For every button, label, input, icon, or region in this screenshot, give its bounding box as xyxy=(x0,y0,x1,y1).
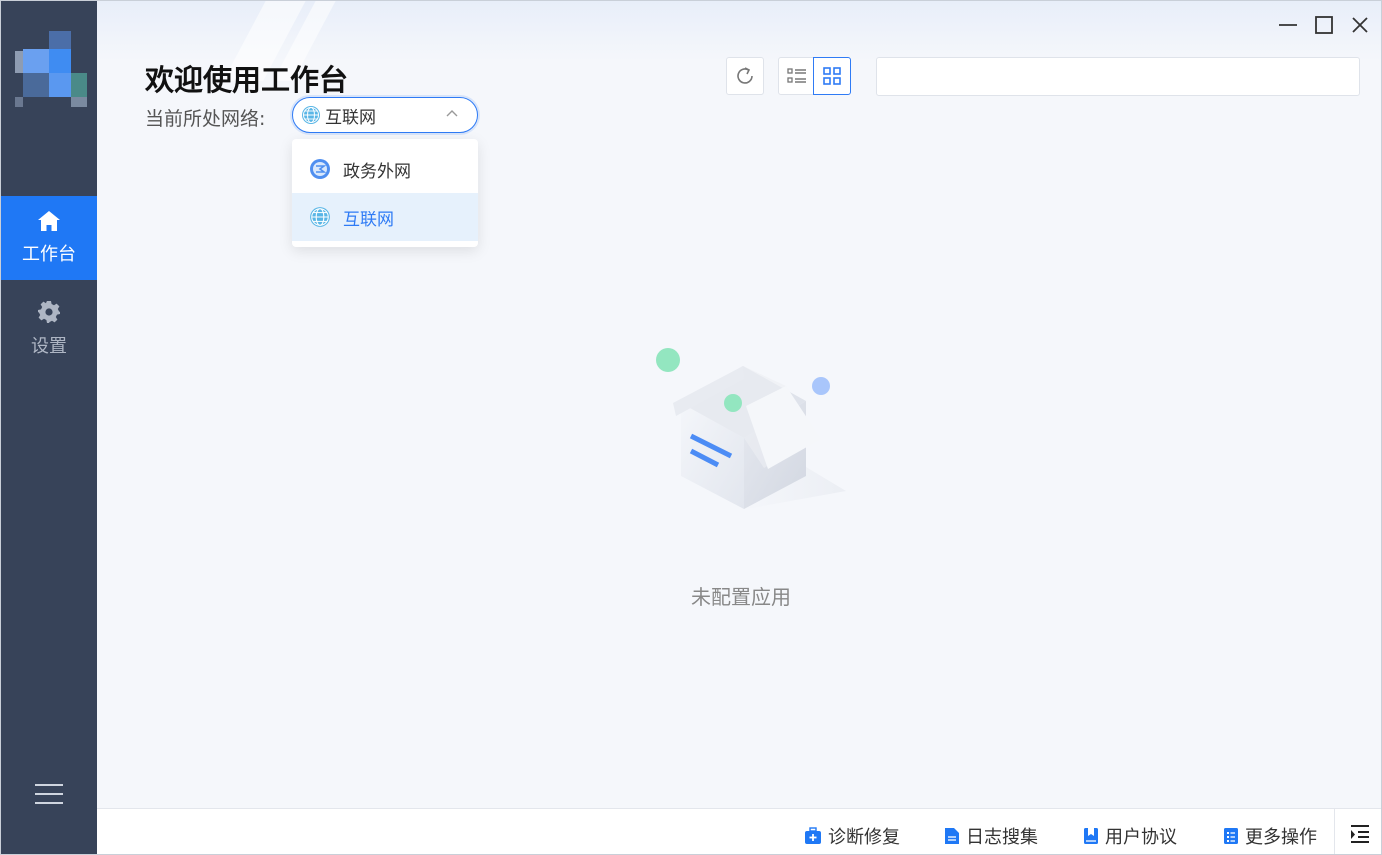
chevron-up-icon xyxy=(446,110,458,117)
footer-item-label: 日志搜集 xyxy=(966,827,1038,848)
list-view-icon xyxy=(787,68,806,83)
app-logo xyxy=(15,31,87,107)
medical-kit-icon xyxy=(805,827,821,844)
grid-view-icon xyxy=(823,67,841,85)
footer-item-label: 更多操作 xyxy=(1245,827,1317,848)
list-view-button[interactable] xyxy=(778,57,816,95)
grid-view-button[interactable] xyxy=(813,57,851,95)
gear-icon xyxy=(38,301,60,323)
footer-divider xyxy=(1334,809,1335,854)
minimize-icon[interactable] xyxy=(1274,11,1302,39)
network-option-internet[interactable]: 互联网 xyxy=(292,193,478,241)
log-collect-button[interactable]: 日志搜集 xyxy=(944,823,1038,849)
network-select-value: 互联网 xyxy=(325,107,376,128)
empty-box-illustration xyxy=(656,348,846,509)
hamburger-menu-icon[interactable] xyxy=(35,784,63,810)
user-agreement-button[interactable]: 用户协议 xyxy=(1083,823,1177,849)
sidebar: 工作台 设置 xyxy=(1,1,97,854)
document-icon xyxy=(945,828,959,844)
network-select[interactable]: 互联网 xyxy=(292,97,478,133)
header-decoration xyxy=(97,1,1381,81)
more-actions-button[interactable]: 更多操作 xyxy=(1223,823,1317,849)
globe-icon xyxy=(302,106,320,124)
list-doc-icon xyxy=(1224,828,1238,844)
network-option-label: 互联网 xyxy=(343,209,394,230)
sidebar-item-label: 工作台 xyxy=(22,244,76,265)
refresh-icon xyxy=(737,67,753,84)
page-title: 欢迎使用工作台 xyxy=(145,63,349,97)
footer-bar: 诊断修复 日志搜集 用户协议 更多操作 xyxy=(97,808,1381,854)
app-window: 工作台 设置 欢迎使用工作台 当前所处网络: 互联网 政务外网 互联网 未配置应… xyxy=(0,0,1382,855)
diagnose-repair-button[interactable]: 诊断修复 xyxy=(804,823,900,849)
sidebar-item-label: 设置 xyxy=(31,336,67,357)
refresh-button[interactable] xyxy=(726,57,764,95)
network-label: 当前所处网络: xyxy=(145,108,266,130)
search-input[interactable] xyxy=(876,57,1360,96)
network-option-gov[interactable]: 政务外网 xyxy=(292,145,478,193)
network-option-label: 政务外网 xyxy=(343,161,411,182)
globe-icon xyxy=(310,207,330,227)
footer-item-label: 用户协议 xyxy=(1105,827,1177,848)
maximize-icon[interactable] xyxy=(1310,11,1338,39)
empty-state-text: 未配置应用 xyxy=(691,585,791,609)
home-icon xyxy=(38,211,60,231)
indent-collapse-icon[interactable] xyxy=(1349,824,1371,844)
sidebar-item-settings[interactable]: 设置 xyxy=(1,289,97,369)
bookmark-book-icon xyxy=(1084,828,1098,844)
gov-network-icon xyxy=(310,159,330,179)
close-icon[interactable] xyxy=(1346,11,1374,39)
network-dropdown: 政务外网 互联网 xyxy=(292,139,478,247)
footer-item-label: 诊断修复 xyxy=(828,827,900,848)
sidebar-item-workbench[interactable]: 工作台 xyxy=(1,196,97,280)
